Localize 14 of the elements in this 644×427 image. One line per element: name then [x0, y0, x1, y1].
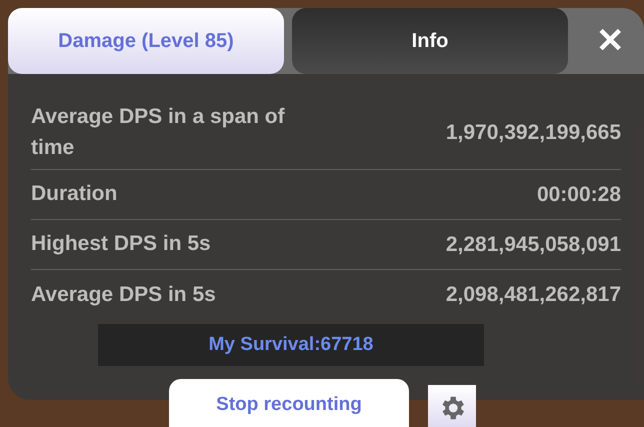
- stop-recounting-button[interactable]: Stop recounting: [169, 379, 409, 427]
- stat-label: Average DPS in a span of time: [31, 104, 286, 160]
- stat-value: 2,098,481,262,817: [446, 282, 621, 308]
- settings-button[interactable]: [428, 385, 476, 427]
- tab[interactable]: Info: [292, 8, 568, 74]
- stat-label: Highest DPS in 5s: [31, 231, 212, 258]
- close-button[interactable]: ✕: [590, 21, 630, 61]
- stat-label: Duration: [31, 181, 118, 208]
- stat-label: Average DPS in 5s: [31, 282, 217, 308]
- stat-value: 00:00:28: [536, 182, 621, 208]
- survival-text: My Survival:67718: [208, 332, 374, 357]
- tab[interactable]: Damage (Level 85): [8, 8, 284, 74]
- stat-value: 2,281,945,058,091: [446, 232, 621, 258]
- stat-value: 1,970,392,199,665: [446, 120, 621, 146]
